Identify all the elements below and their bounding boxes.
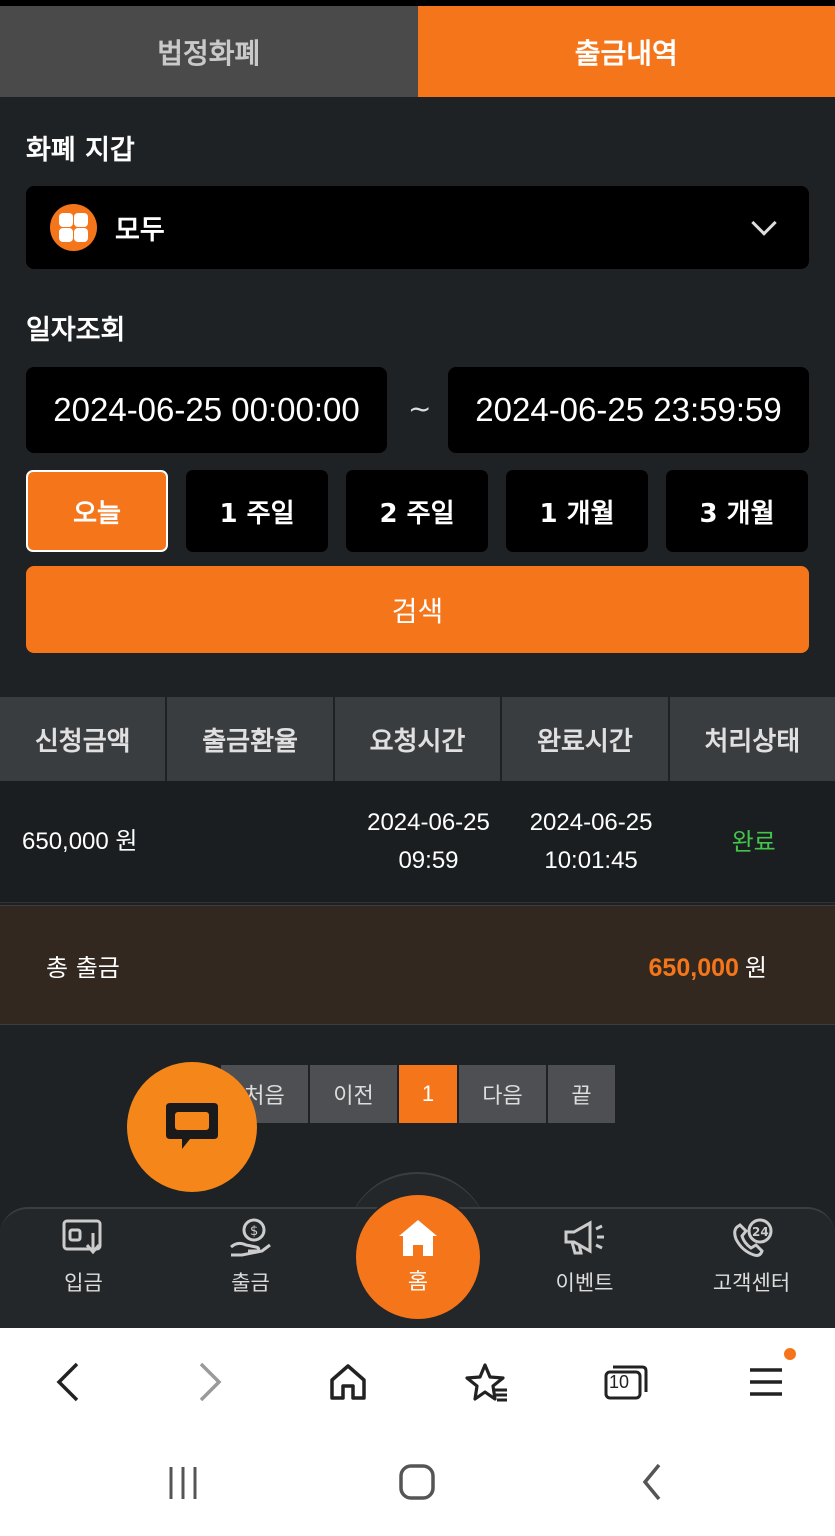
grid-dots-icon — [50, 204, 97, 251]
house-icon — [330, 1364, 366, 1400]
total-amount: 650,000 — [648, 953, 739, 982]
end-date-input[interactable]: 2024-06-25 23:59:59 — [448, 367, 809, 453]
nav-deposit-label: 입금 — [64, 1271, 103, 1295]
page-next-button[interactable]: 다음 — [459, 1065, 546, 1123]
date-separator: ~ — [408, 392, 432, 425]
pagination: 처음 이전 1 다음 끝 — [221, 1065, 617, 1123]
svg-text:$: $ — [250, 1224, 258, 1239]
complete-date: 2024-06-25 — [529, 808, 653, 836]
total-unit: 원 — [744, 953, 767, 982]
megaphone-icon — [564, 1220, 604, 1255]
period-2week-button[interactable]: 2 주일 — [346, 470, 488, 552]
system-back-button[interactable] — [622, 1454, 682, 1510]
nav-event-label: 이벤트 — [555, 1271, 614, 1295]
notification-dot — [784, 1348, 796, 1360]
chevron-down-icon — [751, 210, 777, 236]
total-value: 650,000 원 — [649, 948, 767, 983]
complete-time-cell: 2024-06-25 10:01:45 — [510, 781, 673, 902]
column-header: 처리상태 — [704, 726, 801, 757]
request-amount: 650,000 원 — [22, 827, 138, 855]
table-header: 신청금액 출금환율 요청시간 완료시간 처리상태 — [0, 697, 835, 781]
exchange-rate — [185, 781, 348, 902]
wallet-select[interactable]: 모두 — [26, 186, 809, 269]
browser-back-button[interactable] — [38, 1354, 98, 1410]
period-3month-button[interactable]: 3 개월 — [666, 470, 808, 552]
hamburger-menu-icon — [750, 1368, 782, 1396]
system-back-icon — [642, 1463, 661, 1501]
nav-withdraw-label: 출금 — [231, 1271, 270, 1295]
browser-tabs-button[interactable]: 10 — [596, 1354, 656, 1410]
total-withdraw-summary: 총 출금 650,000 원 — [0, 905, 835, 1025]
period-1week-button[interactable]: 1 주일 — [186, 470, 328, 552]
nav-home[interactable]: 홈 — [354, 1193, 482, 1321]
deposit-icon — [62, 1219, 101, 1255]
nav-deposit[interactable]: 입금 — [0, 1217, 167, 1317]
column-header: 출금환율 — [167, 697, 335, 781]
tab-count: 10 — [609, 1372, 630, 1392]
withdraw-icon: $ — [229, 1218, 271, 1257]
home-square-icon — [399, 1464, 435, 1500]
start-date-input[interactable]: 2024-06-25 00:00:00 — [26, 367, 387, 453]
column-header: 신청금액 — [0, 697, 168, 781]
column-header: 요청시간 — [335, 697, 503, 781]
support-24-icon: 24 — [732, 1218, 772, 1257]
page-current-button[interactable]: 1 — [399, 1065, 457, 1123]
star-list-icon — [465, 1363, 507, 1402]
request-date: 2024-06-25 — [367, 808, 490, 836]
browser-bookmarks-button[interactable] — [457, 1354, 517, 1410]
search-button[interactable]: 검색 — [26, 566, 809, 653]
system-home-button[interactable] — [387, 1454, 447, 1510]
complete-time: 10:01:45 — [544, 846, 638, 874]
back-arrow-icon — [56, 1362, 79, 1402]
chat-button[interactable] — [127, 1062, 257, 1192]
column-header: 완료시간 — [502, 697, 670, 781]
page-last-button[interactable]: 끝 — [548, 1065, 615, 1123]
wallet-section-label: 화폐 지갑 — [26, 135, 135, 166]
request-time-cell: 2024-06-25 09:59 — [347, 781, 510, 902]
page-prev-button[interactable]: 이전 — [310, 1065, 397, 1123]
chat-bubble-icon — [166, 1103, 218, 1149]
status-badge: 완료 — [731, 827, 776, 856]
nav-event[interactable]: 이벤트 — [501, 1217, 668, 1317]
home-icon — [399, 1220, 437, 1256]
tab-withdraw-history[interactable]: 출금내역 — [417, 6, 835, 97]
table-row: 650,000 원 2024-06-25 09:59 2024-06-25 10… — [0, 781, 835, 903]
request-time: 09:59 — [398, 846, 459, 874]
browser-menu-button[interactable] — [736, 1348, 796, 1410]
period-1month-button[interactable]: 1 개월 — [506, 470, 648, 552]
system-recents-button[interactable] — [153, 1454, 213, 1510]
forward-arrow-icon — [199, 1362, 222, 1402]
tab-fiat[interactable]: 법정화폐 — [0, 6, 418, 97]
nav-home-label: 홈 — [407, 1270, 429, 1295]
recents-icon — [169, 1467, 197, 1499]
total-label: 총 출금 — [46, 953, 120, 982]
nav-withdraw[interactable]: $ 출금 — [167, 1217, 334, 1317]
date-section-label: 일자조회 — [26, 315, 126, 346]
wallet-selected-value: 모두 — [115, 215, 165, 246]
svg-text:24: 24 — [752, 1225, 769, 1239]
system-nav-bar — [0, 1430, 835, 1536]
nav-support-label: 고객센터 — [712, 1271, 791, 1295]
browser-forward-button[interactable] — [180, 1354, 240, 1410]
browser-toolbar: 10 — [0, 1328, 835, 1430]
tab-bar: 법정화폐 출금내역 — [0, 6, 835, 97]
browser-home-button[interactable] — [318, 1354, 378, 1410]
nav-support[interactable]: 24 고객센터 — [668, 1217, 835, 1317]
period-today-button[interactable]: 오늘 — [26, 470, 168, 552]
